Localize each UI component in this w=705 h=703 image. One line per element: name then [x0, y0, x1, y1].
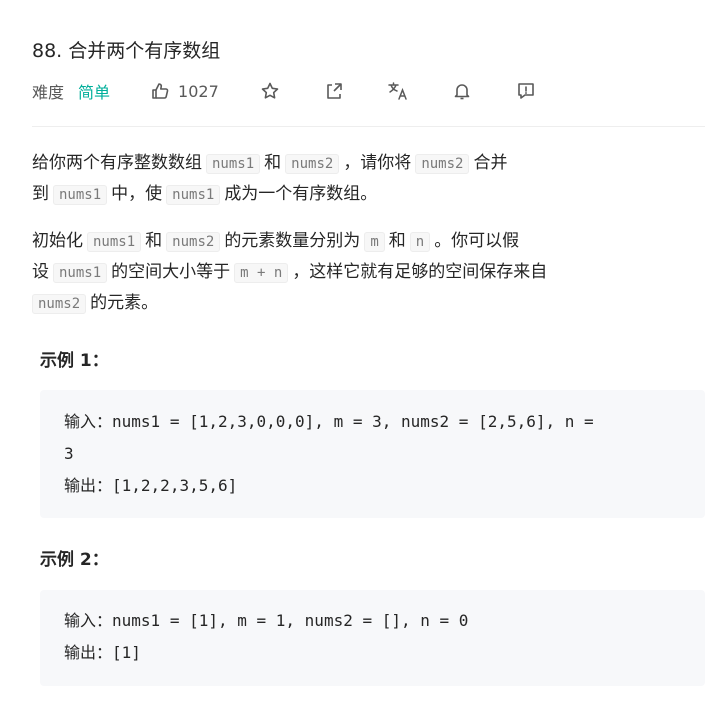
- description-paragraph-1: 给你两个有序整数数组 nums1 和 nums2 ，请你将 nums2 合并 到 nums1 中…: [32, 148, 507, 210]
- example-1-output-line: 输出：[1,2,2,3,5,6]: [64, 470, 705, 502]
- inline-code: n: [409, 232, 431, 252]
- input-label: 输入：: [64, 611, 113, 630]
- output-label: 输出：: [64, 476, 113, 495]
- output-value: [1,2,2,3,5,6]: [112, 476, 238, 495]
- text: 中，使: [111, 184, 163, 204]
- text: 到: [32, 184, 49, 204]
- translate-button[interactable]: [386, 79, 410, 103]
- thumbs-up-icon: [152, 83, 169, 99]
- example-1-input-line: 输入：nums1 = [1,2,3,0,0,0], m = 3, nums2 =…: [64, 406, 705, 438]
- text: ，这样它就有足够的空间保存来自: [292, 262, 548, 282]
- text: 初始化: [32, 231, 83, 251]
- feedback-icon: [517, 83, 534, 99]
- like-count: 1027: [178, 81, 219, 101]
- example-2-box: 输入：nums1 = [1], m = 1, nums2 = [], n = 0…: [40, 590, 705, 686]
- text: 。你可以假: [434, 231, 520, 251]
- text: 设: [32, 262, 49, 282]
- example-1-title: 示例 1：: [40, 351, 109, 371]
- text: 和: [264, 153, 282, 173]
- text: 合并: [473, 153, 508, 173]
- feedback-button[interactable]: [514, 79, 538, 103]
- bell-icon: [454, 84, 470, 100]
- example-2-title: 示例 2：: [40, 550, 109, 570]
- inline-code: nums1: [53, 263, 108, 283]
- inline-code: m: [364, 232, 385, 252]
- difficulty-badge: 简单: [78, 83, 111, 102]
- inline-code: nums1: [87, 232, 142, 252]
- input-label: 输入：: [64, 412, 113, 431]
- example-1-input-cont: 3: [64, 444, 74, 463]
- input-value: nums1 = [1], m = 1, nums2 = [], n = 0: [112, 611, 469, 630]
- input-value: nums1 = [1,2,3,0,0,0], m = 3, nums2 = [2…: [112, 412, 594, 431]
- inline-code: nums1: [166, 185, 221, 205]
- text: 和: [388, 231, 406, 251]
- translate-icon: [388, 82, 407, 100]
- inline-code: nums2: [285, 154, 340, 174]
- problem-title: 88. 合并两个有序数组: [32, 40, 221, 62]
- problem-meta-bar: 难度 简单 1027: [32, 78, 538, 104]
- text: 的元素。: [90, 293, 159, 313]
- difficulty-label: 难度: [32, 83, 65, 102]
- divider: [32, 126, 705, 127]
- description-paragraph-2: 初始化 nums1 和 nums2 的元素数量分别为 m 和 n 。你可以假 设 nums1 的空间…: [32, 226, 547, 319]
- text: 的元素数量分别为: [224, 231, 361, 251]
- text: ，请你将: [343, 153, 412, 173]
- inline-code: m + n: [234, 263, 289, 283]
- share-button[interactable]: [322, 79, 346, 103]
- example-2-output-line: 输出：[1]: [64, 637, 705, 669]
- output-label: 输出：: [64, 643, 113, 662]
- star-icon: [261, 82, 279, 99]
- example-1-box: 输入：nums1 = [1,2,3,0,0,0], m = 3, nums2 =…: [40, 390, 705, 518]
- inline-code: nums1: [53, 185, 108, 205]
- favorite-button[interactable]: [258, 79, 282, 103]
- inline-code: nums2: [166, 232, 221, 252]
- output-value: [1]: [112, 643, 141, 662]
- inline-code: nums2: [415, 154, 470, 174]
- inline-code: nums1: [206, 154, 261, 174]
- text: 的空间大小等于: [111, 262, 231, 282]
- text: 成为一个有序数组。: [224, 184, 378, 204]
- text: 和: [145, 231, 163, 251]
- notify-button[interactable]: [450, 79, 474, 103]
- like-button[interactable]: 1027: [150, 81, 219, 101]
- text: 给你两个有序整数数组: [32, 153, 202, 173]
- share-icon: [326, 83, 342, 99]
- example-2-input-line: 输入：nums1 = [1], m = 1, nums2 = [], n = 0: [64, 605, 705, 637]
- inline-code: nums2: [32, 294, 87, 314]
